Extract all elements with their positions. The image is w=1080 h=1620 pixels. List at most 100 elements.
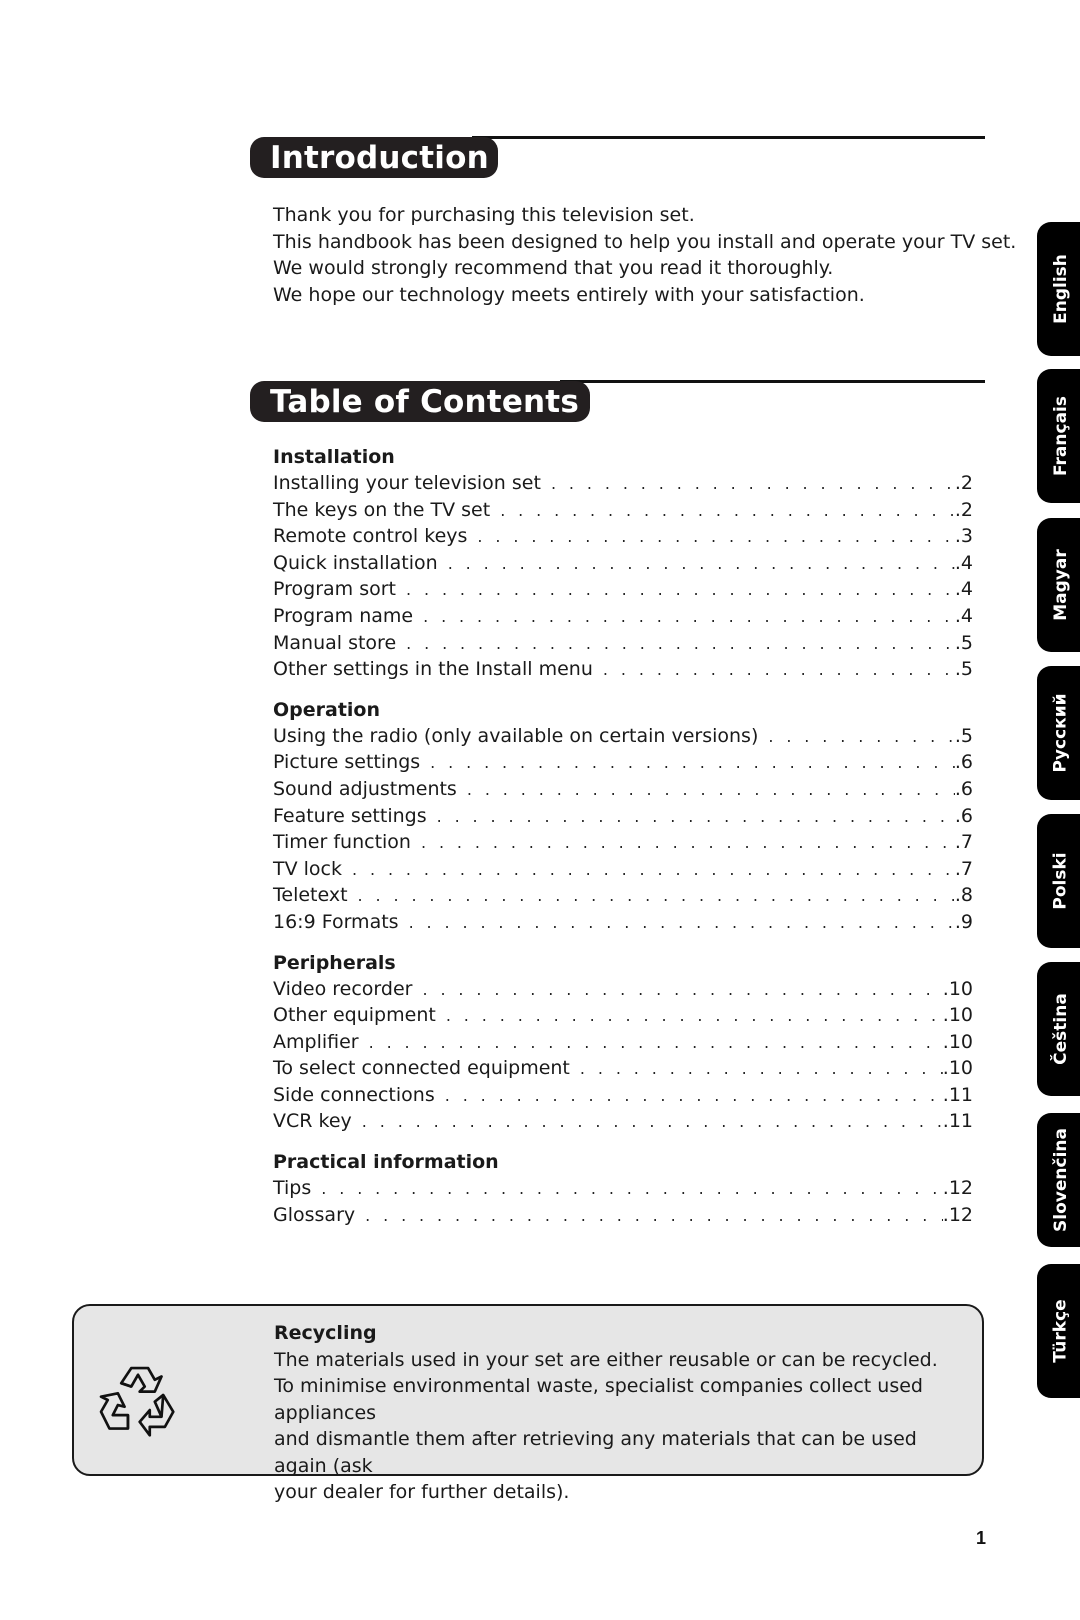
toc-entry-label: Program sort bbox=[273, 578, 396, 601]
dot-leader bbox=[421, 830, 955, 857]
toc-entry-label: TV lock bbox=[273, 857, 342, 880]
toc-entry[interactable]: Picture settings 6 bbox=[273, 749, 973, 776]
toc-entry-page: 11 bbox=[943, 1082, 973, 1109]
language-tab[interactable]: Čeština bbox=[1037, 962, 1080, 1096]
language-tab[interactable]: Magyar bbox=[1037, 518, 1080, 652]
toc-entry-label: Teletext bbox=[273, 884, 348, 907]
language-tab-label: Русский bbox=[1051, 693, 1071, 773]
dot-leader bbox=[768, 724, 955, 751]
toc-entry-label: Video recorder bbox=[273, 977, 413, 1000]
toc-entry-label: To select connected equipment bbox=[273, 1057, 570, 1080]
recycling-text: Recycling The materials used in your set… bbox=[274, 1320, 964, 1506]
toc-entry[interactable]: Quick installation 4 bbox=[273, 550, 973, 577]
language-tab[interactable]: English bbox=[1037, 222, 1080, 356]
toc-entry-page: 6 bbox=[955, 776, 973, 803]
dot-leader bbox=[406, 577, 955, 604]
toc-entry-page: 7 bbox=[955, 856, 973, 883]
recycling-line: To minimise environmental waste, special… bbox=[274, 1375, 923, 1424]
toc-entry[interactable]: Manual store 5 bbox=[273, 630, 973, 657]
dot-leader bbox=[362, 1109, 943, 1136]
toc-entry-label: Sound adjustments bbox=[273, 777, 457, 800]
toc-entry[interactable]: Other settings in the Install menu 5 bbox=[273, 656, 973, 683]
intro-line: We would strongly recommend that you rea… bbox=[273, 257, 834, 279]
intro-line: This handbook has been designed to help … bbox=[273, 230, 1017, 253]
dot-leader bbox=[365, 1203, 943, 1230]
language-tab[interactable]: Русский bbox=[1037, 666, 1080, 800]
toc-entry-page: 4 bbox=[955, 576, 973, 603]
dot-leader bbox=[430, 750, 955, 777]
toc-entry[interactable]: Program name 4 bbox=[273, 603, 973, 630]
table-of-contents: Installation Installing your television s… bbox=[273, 444, 973, 1242]
toc-rule bbox=[560, 380, 985, 383]
intro-line: We hope our technology meets entirely wi… bbox=[273, 283, 865, 306]
dot-leader bbox=[409, 910, 955, 937]
toc-entry-page: 10 bbox=[943, 976, 973, 1003]
toc-entry-page: 8 bbox=[955, 882, 973, 909]
recycling-line: your dealer for further details). bbox=[274, 1481, 570, 1503]
toc-entry-page: 4 bbox=[955, 550, 973, 577]
toc-section-heading: Peripherals bbox=[273, 951, 396, 974]
toc-entry-page: 5 bbox=[955, 723, 973, 750]
language-tab-label: Türkçe bbox=[1051, 1299, 1072, 1363]
recycle-icon bbox=[99, 1366, 175, 1437]
language-tab[interactable]: Polski bbox=[1037, 814, 1080, 948]
toc-entry[interactable]: Remote control keys 3 bbox=[273, 523, 973, 550]
toc-entry[interactable]: Amplifier 10 bbox=[273, 1029, 973, 1056]
toc-entry[interactable]: Glossary 12 bbox=[273, 1202, 973, 1229]
toc-entry-page: 12 bbox=[943, 1202, 973, 1229]
toc-entry[interactable]: Feature settings 6 bbox=[273, 803, 973, 830]
toc-entry[interactable]: Other equipment 10 bbox=[273, 1002, 973, 1029]
toc-entry[interactable]: Teletext 8 bbox=[273, 882, 973, 909]
toc-entry[interactable]: Video recorder 10 bbox=[273, 976, 973, 1003]
toc-entry-page: 9 bbox=[955, 909, 973, 936]
toc-entry-label: Using the radio (only available on certa… bbox=[273, 724, 759, 747]
toc-entry[interactable]: Tips 12 bbox=[273, 1175, 973, 1202]
language-tab[interactable]: Türkçe bbox=[1037, 1264, 1080, 1398]
toc-entry[interactable]: Using the radio (only available on certa… bbox=[273, 723, 973, 750]
toc-entry-label: Feature settings bbox=[273, 804, 427, 827]
toc-entry-label: Other equipment bbox=[273, 1004, 436, 1027]
dot-leader bbox=[467, 777, 955, 804]
toc-entry-label: The keys on the TV set bbox=[273, 498, 491, 521]
toc-entry[interactable]: The keys on the TV set 2 bbox=[273, 497, 973, 524]
dot-leader bbox=[551, 471, 955, 498]
dot-leader bbox=[423, 604, 955, 631]
toc-entry-label: Quick installation bbox=[273, 551, 438, 574]
toc-entry-label: Remote control keys bbox=[273, 525, 468, 548]
toc-section: Practical information Tips 12 Glossary 12 bbox=[273, 1149, 973, 1228]
toc-entry[interactable]: VCR key 11 bbox=[273, 1108, 973, 1135]
toc-section-heading: Operation bbox=[273, 698, 381, 721]
toc-entry[interactable]: To select connected equipment 10 bbox=[273, 1055, 973, 1082]
language-tab[interactable]: Slovenčina bbox=[1037, 1113, 1080, 1247]
intro-text: Thank you for purchasing this television… bbox=[273, 202, 1016, 308]
dot-leader bbox=[445, 1083, 943, 1110]
language-tab-label: Français bbox=[1051, 396, 1072, 476]
toc-entry-label: Tips bbox=[273, 1177, 312, 1200]
language-tab-label: Polski bbox=[1051, 852, 1071, 910]
toc-entry-page: 5 bbox=[955, 630, 973, 657]
toc-entry[interactable]: Installing your television set 2 bbox=[273, 470, 973, 497]
toc-entry[interactable]: Timer function 7 bbox=[273, 829, 973, 856]
toc-entry-page: 4 bbox=[955, 603, 973, 630]
toc-entry-label: VCR key bbox=[273, 1110, 352, 1133]
toc-entry-label: Picture settings bbox=[273, 751, 421, 774]
toc-entry[interactable]: Sound adjustments 6 bbox=[273, 776, 973, 803]
toc-entry-page: 11 bbox=[943, 1108, 973, 1135]
toc-entry-page: 2 bbox=[955, 497, 973, 524]
recycling-notice: Recycling The materials used in your set… bbox=[72, 1304, 984, 1503]
dot-leader bbox=[358, 883, 955, 910]
toc-entry-label: Side connections bbox=[273, 1083, 435, 1106]
toc-entry-page: 10 bbox=[943, 1002, 973, 1029]
toc-section-heading: Installation bbox=[273, 446, 395, 468]
toc-entry[interactable]: TV lock 7 bbox=[273, 856, 973, 883]
toc-entry[interactable]: Side connections 11 bbox=[273, 1082, 973, 1109]
toc-entry-label: Program name bbox=[273, 604, 414, 627]
language-tab-label: English bbox=[1051, 254, 1072, 324]
language-tab[interactable]: Français bbox=[1037, 369, 1080, 503]
language-tab-label: Magyar bbox=[1051, 549, 1071, 621]
toc-entry-label: Installing your television set bbox=[273, 472, 541, 494]
toc-entry[interactable]: Program sort 4 bbox=[273, 576, 973, 603]
toc-entry-page: 3 bbox=[955, 523, 973, 550]
toc-entry[interactable]: 16:9 Formats 9 bbox=[273, 909, 973, 936]
dot-leader bbox=[446, 1003, 943, 1030]
